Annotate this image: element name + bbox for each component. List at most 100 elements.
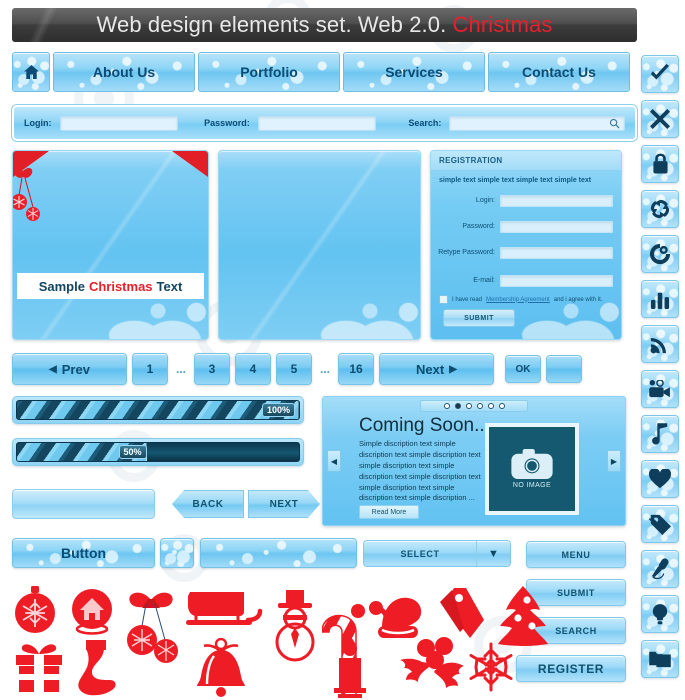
video-camera-icon <box>649 380 670 398</box>
pagination-page-3[interactable]: 3 <box>194 353 230 385</box>
nav-item-label: Contact Us <box>522 64 596 80</box>
christmas-icon-snowman <box>272 590 318 662</box>
login-input[interactable] <box>59 115 179 131</box>
rss-icon <box>650 338 666 354</box>
nav-item-about-us[interactable]: About Us <box>53 52 195 92</box>
banner-word-3: Text <box>156 278 183 294</box>
page-root: Web design elements set. Web 2.0. Christ… <box>0 0 685 700</box>
page-title-main: Web design elements set. Web 2.0. <box>96 12 447 37</box>
empty-bar[interactable] <box>12 489 155 519</box>
small-square-button[interactable] <box>160 538 194 568</box>
ok-button[interactable]: OK <box>505 355 541 383</box>
rail-button-close[interactable] <box>641 100 679 138</box>
pagination-page-1[interactable]: 1 <box>132 353 168 385</box>
christmas-icon-ornament-ball <box>12 586 58 636</box>
pagination-page-4[interactable]: 4 <box>235 353 271 385</box>
registration-form: REGISTRATION simple text simple text sim… <box>430 150 622 340</box>
rail-button-microphone[interactable] <box>641 550 679 588</box>
lightbulb-icon <box>652 604 668 625</box>
nav-item-label: Portfolio <box>240 64 298 80</box>
registration-login-input[interactable] <box>500 195 613 207</box>
wizard-back-button[interactable]: BACK <box>172 490 244 518</box>
christmas-icon-gift-tag <box>436 588 484 640</box>
rail-button-disc[interactable] <box>641 235 679 273</box>
rail-button-refresh[interactable] <box>641 190 679 228</box>
carousel-next-button[interactable]: ▶ <box>607 450 621 472</box>
nav-item-portfolio[interactable]: Portfolio <box>198 52 340 92</box>
carousel-dot[interactable] <box>498 403 505 409</box>
carousel-dot[interactable] <box>443 403 450 409</box>
membership-agreement-link[interactable]: Membership Agreement <box>486 297 550 303</box>
banner-word-2: Christmas <box>88 278 153 294</box>
christmas-icon-holly <box>398 634 464 696</box>
primary-button-label: Button <box>60 545 107 561</box>
ribbon-right-icon <box>172 151 208 177</box>
carousel-dot[interactable] <box>476 403 483 409</box>
pagination-next-button[interactable]: Next ▶ <box>379 353 494 385</box>
rail-button-bar-chart[interactable] <box>641 280 679 318</box>
rail-button-tag[interactable] <box>641 505 679 543</box>
camera-icon <box>511 449 553 479</box>
pagination-ellipsis: ... <box>175 362 186 376</box>
carousel-dot[interactable] <box>465 403 472 409</box>
password-input[interactable] <box>257 115 377 131</box>
chevron-down-icon[interactable]: ▼ <box>476 541 510 566</box>
nav-item-services[interactable]: Services <box>343 52 485 92</box>
christmas-icon-sleigh <box>186 590 264 632</box>
registration-email-input[interactable] <box>500 275 613 287</box>
agreement-suffix: and i agree with it. <box>553 296 603 303</box>
rail-button-lock[interactable] <box>641 145 679 183</box>
titlebar-sheen <box>12 8 102 42</box>
disc-icon <box>649 243 671 265</box>
carousel-dot[interactable] <box>487 403 494 409</box>
page-title-accent: Christmas <box>452 12 553 37</box>
sample-text-banner: Sample Christmas Text <box>17 273 204 299</box>
rail-button-video-camera[interactable] <box>641 370 679 408</box>
menu-button[interactable]: MENU <box>526 541 626 568</box>
password-label: Password: <box>204 118 250 128</box>
heart-icon <box>649 469 671 489</box>
wizard-next-button[interactable]: NEXT <box>248 490 320 518</box>
snow-decoration <box>310 287 420 339</box>
progress-fill <box>17 401 299 419</box>
carousel-dot-active[interactable] <box>454 403 461 409</box>
search-input[interactable] <box>449 115 625 131</box>
pagination: ◀ Prev 1 ... 3 4 5 ... 16 Next ▶ OK <box>12 352 582 386</box>
rail-button-folder[interactable] <box>641 640 679 678</box>
agreement-checkbox[interactable] <box>439 295 448 304</box>
rail-button-music-note[interactable] <box>641 415 679 453</box>
registration-password-input[interactable] <box>500 221 613 233</box>
registration-retype-input[interactable] <box>500 247 613 259</box>
primary-button[interactable]: Button <box>12 538 155 568</box>
progress-bar-full: 100% <box>12 396 304 424</box>
long-bar-button[interactable] <box>200 538 357 568</box>
nav-item-contact-us[interactable]: Contact Us <box>488 52 630 92</box>
blank-button[interactable] <box>546 355 582 383</box>
pagination-page-5[interactable]: 5 <box>276 353 312 385</box>
rail-button-lightbulb[interactable] <box>641 595 679 633</box>
pagination-page-16[interactable]: 16 <box>338 353 374 385</box>
read-more-button[interactable]: Read More <box>359 505 419 519</box>
carousel-prev-button[interactable]: ◀ <box>327 450 341 472</box>
progress-track: 50% <box>16 442 300 462</box>
banner-word-1: Sample <box>38 278 85 294</box>
rail-button-rss[interactable] <box>641 325 679 363</box>
christmas-icon-snowflake <box>466 642 516 692</box>
nav-item-label: About Us <box>92 64 156 80</box>
select-dropdown[interactable]: SELECT ▼ <box>363 540 511 567</box>
field-label: E-mail: <box>473 276 495 284</box>
carousel-dots <box>420 400 528 412</box>
pagination-next-label: Next <box>416 361 445 377</box>
rail-button-check[interactable] <box>641 55 679 93</box>
christmas-icon-bow-with-baubles <box>122 586 180 664</box>
rail-button-heart[interactable] <box>641 460 679 498</box>
nav-home-button[interactable] <box>12 52 50 92</box>
home-icon <box>23 65 39 79</box>
page-title-bar: Web design elements set. Web 2.0. Christ… <box>12 8 637 42</box>
pagination-prev-button[interactable]: ◀ Prev <box>12 353 127 385</box>
christmas-icon-snow-globe-house <box>68 588 116 636</box>
registration-row-login: Login: <box>437 195 613 207</box>
registration-submit-button[interactable]: SUBMIT <box>443 309 515 327</box>
page-title: Web design elements set. Web 2.0. Christ… <box>97 12 553 38</box>
search-label: Search: <box>408 118 442 128</box>
